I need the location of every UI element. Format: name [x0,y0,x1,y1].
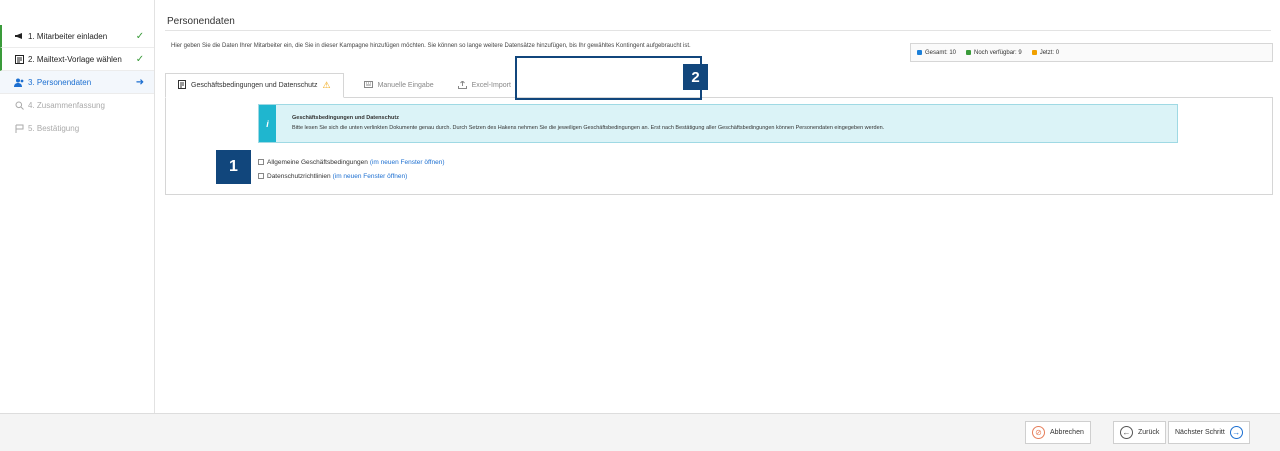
footer-bar: ⊘ Abbrechen ← Zurück Nächster Schritt → [0,413,1280,451]
tabs-highlight-frame [515,56,702,100]
info-box: i Geschäftsbedingungen und Datenschutz B… [258,104,1178,143]
megaphone-icon [14,31,24,41]
check-row-terms: Allgemeine Geschäftsbedingungen (im neue… [258,155,445,169]
check-icon: ✓ [135,53,145,65]
info-content: Geschäftsbedingungen und Datenschutz Bit… [276,105,884,142]
tab-excel-import[interactable]: Excel-Import [446,73,523,98]
document-icon [178,80,186,91]
terms-link[interactable]: (im neuen Fenster öffnen) [370,159,445,166]
stat-available: Noch verfügbar: 9 [966,50,1022,56]
keyboard-icon [363,81,373,90]
tab-terms-privacy[interactable]: Geschäftsbedingungen und Datenschutz ⚠ [165,73,344,98]
stat-now: Jetzt: 0 [1031,49,1060,56]
divider [165,30,1271,31]
marker-2: 2 [683,64,708,90]
sidebar-step-1[interactable]: 1. Mitarbeiter einladen ✓ [0,25,154,48]
info-message: Bitte lesen Sie sich die unten verlinkte… [292,125,885,131]
terms-label: Allgemeine Geschäftsbedingungen [267,158,368,166]
arrow-left-icon: ← [1120,426,1133,439]
check-icon: ✓ [135,30,145,42]
tab-manual-entry[interactable]: Manuelle Eingabe [352,73,446,98]
warning-icon: ⚠ [322,80,331,90]
arrow-right-icon: ➜ [135,76,145,88]
page-title: Personendaten [167,16,235,27]
back-button[interactable]: ← Zurück [1113,421,1167,444]
template-icon [14,54,24,64]
main-content: Personendaten Hier geben Sie die Daten I… [165,0,1273,413]
tab-label: Excel-Import [471,82,511,89]
sidebar-step-label: 1. Mitarbeiter einladen [28,31,108,41]
quota-stats: Gesamt: 10 Noch verfügbar: 9 Jetzt: 0 [910,43,1273,62]
privacy-label: Datenschutzrichtlinien [267,172,331,180]
flag-icon [14,124,24,134]
stat-label: Noch verfügbar: 9 [974,49,1022,56]
stat-label: Gesamt: 10 [925,49,957,56]
tab-label: Geschäftsbedingungen und Datenschutz [191,82,318,89]
sidebar-step-label: 4. Zusammenfassung [28,101,105,110]
cancel-icon: ⊘ [1032,426,1045,439]
info-title: Geschäftsbedingungen und Datenschutz [292,115,399,121]
search-icon [14,101,24,111]
info-icon: i [259,105,276,142]
users-icon [14,77,24,87]
privacy-checkbox[interactable] [258,173,264,179]
arrow-right-icon: → [1229,426,1243,439]
privacy-link[interactable]: (im neuen Fenster öffnen) [333,173,408,180]
tab-bar: Geschäftsbedingungen und Datenschutz ⚠ M… [165,73,523,98]
terms-checkbox[interactable] [258,159,264,165]
back-label: Zurück [1138,429,1160,436]
blue-dot-icon [917,50,922,55]
cancel-button[interactable]: ⊘ Abbrechen [1025,421,1091,444]
app-root: 1. Mitarbeiter einladen ✓ 2. Mailtext-Vo… [0,0,1280,451]
next-step-button[interactable]: Nächster Schritt → [1168,421,1250,444]
tab-label: Manuelle Eingabe [377,82,434,89]
upload-icon [457,79,467,91]
sidebar-step-5: 5. Bestätigung [0,117,154,140]
orange-dot-icon [1031,50,1037,55]
wizard-sidebar: 1. Mitarbeiter einladen ✓ 2. Mailtext-Vo… [0,0,155,413]
sidebar-step-label: 5. Bestätigung [28,124,80,133]
sidebar-step-3[interactable]: 3. Personendaten ➜ [0,71,154,94]
next-label: Nächster Schritt [1175,429,1225,436]
sidebar-step-2[interactable]: 2. Mailtext-Vorlage wählen ✓ [0,48,154,71]
sidebar-step-label: 3. Personendaten [28,77,92,87]
stat-total: Gesamt: 10 [917,50,956,56]
stat-label: Jetzt: 0 [1039,49,1060,56]
sidebar-step-label: 2. Mailtext-Vorlage wählen [28,54,122,64]
marker-1: 1 [216,150,251,184]
check-row-privacy: Datenschutzrichtlinien (im neuen Fenster… [258,169,445,183]
cancel-label: Abbrechen [1050,429,1084,436]
green-dot-icon [966,50,972,55]
terms-checklist: Allgemeine Geschäftsbedingungen (im neue… [258,155,445,183]
sidebar-step-4: 4. Zusammenfassung [0,94,154,117]
intro-text: Hier geben Sie die Daten Ihrer Mitarbeit… [171,43,691,49]
